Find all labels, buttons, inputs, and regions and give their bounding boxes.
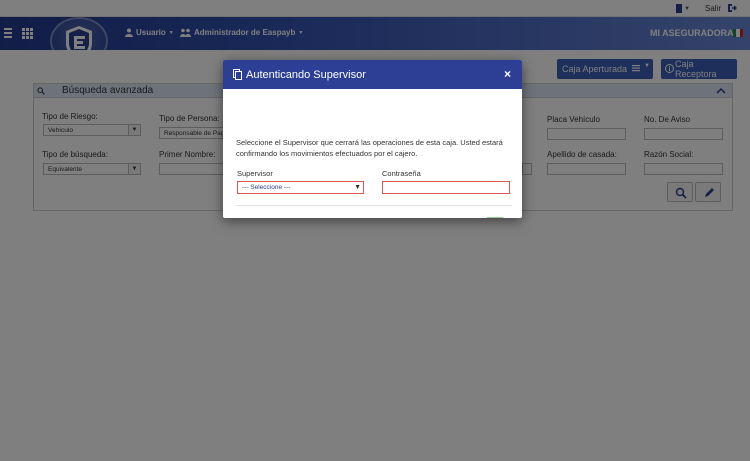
supervisor-auth-modal: Autenticando Supervisor × Seleccione el … <box>223 60 522 218</box>
supervisor-label: Supervisor <box>237 169 273 178</box>
password-label: Contraseña <box>382 169 421 178</box>
modal-title: Autenticando Supervisor <box>246 69 366 81</box>
supervisor-select-value: --- Seleccione --- <box>242 184 291 191</box>
modal-divider <box>236 205 512 206</box>
password-field[interactable] <box>382 181 510 194</box>
close-icon[interactable]: × <box>504 67 511 81</box>
chevron-down-icon: ▼ <box>354 184 361 191</box>
modal-message: Seleccione el Supervisor que cerrará las… <box>236 138 503 158</box>
copy-icon <box>233 69 242 80</box>
confirm-button[interactable] <box>486 217 504 218</box>
modal-header: Autenticando Supervisor × <box>223 60 522 89</box>
supervisor-select[interactable]: --- Seleccione --- ▼ <box>237 181 364 194</box>
